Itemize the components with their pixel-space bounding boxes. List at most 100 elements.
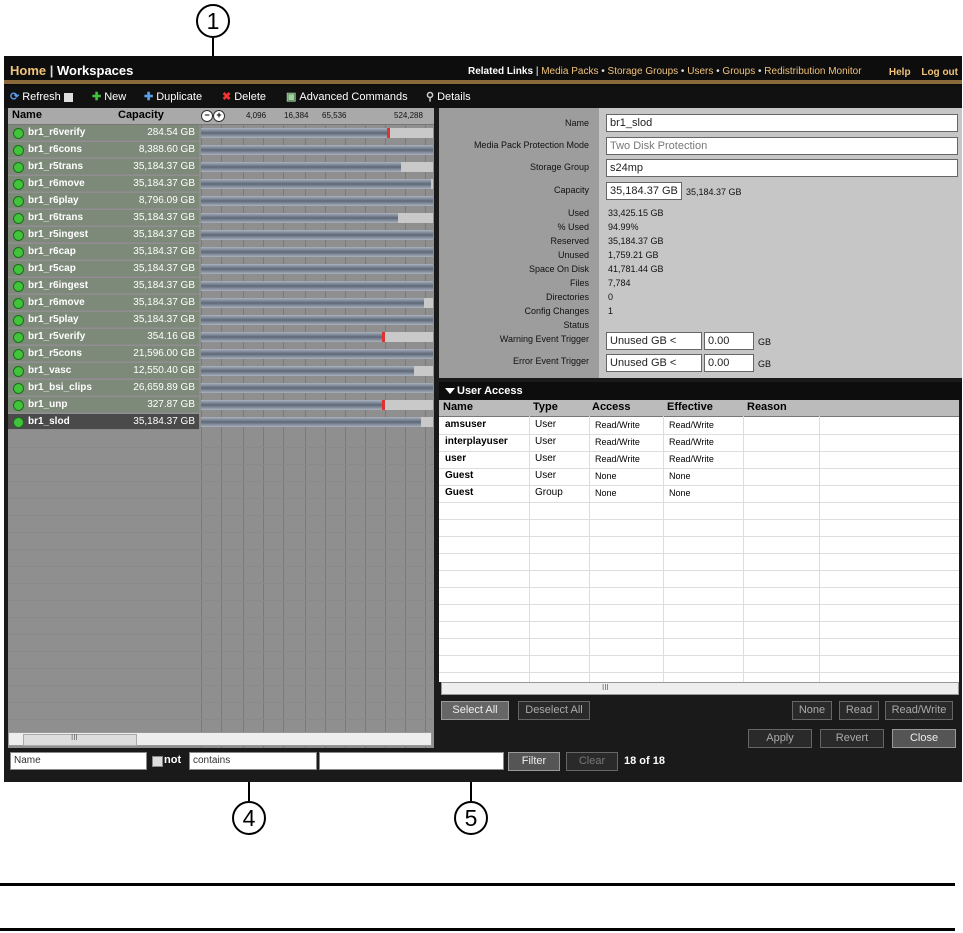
error-trigger-input[interactable]: 0.00 <box>704 354 754 372</box>
capacity-bar <box>201 247 433 257</box>
warning-trigger-select[interactable]: Unused GB < <box>606 332 702 350</box>
revert-button[interactable]: Revert <box>820 729 884 748</box>
apply-button[interactable]: Apply <box>748 729 812 748</box>
home-link[interactable]: Home <box>10 63 46 78</box>
access-none-button[interactable]: None <box>792 701 832 720</box>
filter-button[interactable]: Filter <box>508 752 560 771</box>
column-name[interactable]: Name <box>12 109 42 121</box>
filter-field-select[interactable]: Name <box>10 752 147 770</box>
capacity-warning-marker <box>386 128 390 138</box>
user-access-row[interactable]: user User Read/Write Read/Write <box>439 451 959 469</box>
workspace-row[interactable]: br1_r6play 8,796.09 GB <box>8 193 434 210</box>
select-all-button[interactable]: Select All <box>441 701 509 720</box>
header-accent-bar <box>4 80 962 84</box>
link-storage-groups[interactable]: Storage Groups <box>608 66 679 77</box>
effective-cell: Read/Write <box>669 454 714 464</box>
link-redistribution-monitor[interactable]: Redistribution Monitor <box>764 66 861 77</box>
user-access-scrollbar[interactable]: III <box>441 682 959 695</box>
advanced-commands-button[interactable]: ▣ Advanced Commands <box>286 90 408 103</box>
user-access-row[interactable]: Guest User None None <box>439 468 959 486</box>
col-name[interactable]: Name <box>443 401 473 413</box>
grid-row-line <box>8 481 434 482</box>
capacity-bar <box>201 400 433 410</box>
workspace-row[interactable]: br1_r6trans 35,184.37 GB <box>8 210 434 227</box>
workspace-row[interactable]: br1_r6move 35,184.37 GB <box>8 176 434 193</box>
col-access[interactable]: Access <box>592 401 631 413</box>
scale-tick: 524,288 <box>394 111 423 120</box>
grid-row-line <box>8 617 434 618</box>
col-effective[interactable]: Effective <box>667 401 713 413</box>
workspace-row[interactable]: br1_r5cap 35,184.37 GB <box>8 261 434 278</box>
workspace-row[interactable]: br1_r6verify 284.54 GB <box>8 125 434 142</box>
workspace-row[interactable]: br1_r5verify 354.16 GB <box>8 329 434 346</box>
user-access-row[interactable]: interplayuser User Read/Write Read/Write <box>439 434 959 452</box>
workspace-row[interactable]: br1_r5trans 35,184.37 GB <box>8 159 434 176</box>
link-groups[interactable]: Groups <box>722 66 755 77</box>
workspace-capacity: 35,184.37 GB <box>113 278 199 294</box>
user-access-row <box>439 655 959 673</box>
link-dot: • <box>716 66 720 77</box>
duplicate-button[interactable]: ✚ Duplicate <box>144 90 202 103</box>
user-access-row[interactable]: Guest Group None None <box>439 485 959 503</box>
workspace-row[interactable]: br1_r6cap 35,184.37 GB <box>8 244 434 261</box>
refresh-button[interactable]: ⟳ Refresh <box>10 90 73 103</box>
user-access-row[interactable]: amsuser User Read/Write Read/Write <box>439 417 959 435</box>
callout-1: 1 <box>196 4 230 38</box>
workspace-row[interactable]: br1_r6ingest 35,184.37 GB <box>8 278 434 295</box>
workspace-capacity: 35,184.37 GB <box>113 176 199 192</box>
workspace-row[interactable]: br1_vasc 12,550.40 GB <box>8 363 434 380</box>
user-access-row <box>439 553 959 571</box>
capacity-bar-fill <box>201 298 424 308</box>
details-button[interactable]: ⚲ Details <box>426 90 471 103</box>
delete-button[interactable]: ✖ Delete <box>222 90 266 103</box>
scrollbar-thumb[interactable] <box>23 734 137 746</box>
access-read-write-button[interactable]: Read/Write <box>885 701 953 720</box>
not-checkbox[interactable] <box>152 756 163 767</box>
workspace-row[interactable]: br1_r6cons 8,388.60 GB <box>8 142 434 159</box>
page-title: Workspaces <box>57 63 134 78</box>
status-ok-icon <box>13 230 24 241</box>
workspace-row[interactable]: br1_slod 35,184.37 GB <box>8 414 434 431</box>
col-type[interactable]: Type <box>533 401 558 413</box>
workspace-row[interactable]: br1_unp 327.87 GB <box>8 397 434 414</box>
zoom-in-icon[interactable]: + <box>213 110 225 122</box>
workspace-capacity: 35,184.37 GB <box>113 295 199 311</box>
capacity-bar <box>201 417 433 427</box>
zoom-out-icon[interactable]: − <box>201 110 213 122</box>
link-media-packs[interactable]: Media Packs <box>541 66 598 77</box>
warning-trigger-input[interactable]: 0.00 <box>704 332 754 350</box>
filter-operator-select[interactable]: contains <box>189 752 317 770</box>
col-reason[interactable]: Reason <box>747 401 787 413</box>
close-button[interactable]: Close <box>892 729 956 748</box>
command-icon: ▣ <box>286 91 297 103</box>
error-trigger-select[interactable]: Unused GB < <box>606 354 702 372</box>
workspace-row[interactable]: br1_r6move 35,184.37 GB <box>8 295 434 312</box>
user-access-header[interactable]: User Access <box>439 382 962 400</box>
deselect-all-button[interactable]: Deselect All <box>518 701 590 720</box>
filter-text-input[interactable] <box>319 752 504 770</box>
clear-button[interactable]: Clear <box>566 752 618 771</box>
link-users[interactable]: Users <box>687 66 713 77</box>
workspace-list-scrollbar[interactable]: III <box>8 732 432 746</box>
user-name-cell: user <box>445 453 467 464</box>
workspace-row[interactable]: br1_bsi_clips 26,659.89 GB <box>8 380 434 397</box>
workspace-row[interactable]: br1_r5play 35,184.37 GB <box>8 312 434 329</box>
capacity-input[interactable]: 35,184.37 GB <box>606 182 682 200</box>
workspace-row[interactable]: br1_r5ingest 35,184.37 GB <box>8 227 434 244</box>
help-link[interactable]: Help <box>889 67 911 78</box>
storage-group-field[interactable]: s24mp <box>606 159 958 177</box>
new-button[interactable]: ✚ New <box>92 90 126 103</box>
refresh-icon: ⟳ <box>10 91 20 103</box>
logout-link[interactable]: Log out <box>921 67 958 78</box>
scale-tick: 16,384 <box>284 111 309 120</box>
name-input[interactable]: br1_slod <box>606 114 958 132</box>
workspace-row[interactable]: br1_r5cons 21,596.00 GB <box>8 346 434 363</box>
access-cell: Read/Write <box>595 420 640 430</box>
workspace-list-header: Name Capacity − + 4,096 16,384 65,536 52… <box>8 108 434 125</box>
access-read-button[interactable]: Read <box>839 701 879 720</box>
status-ok-icon <box>13 400 24 411</box>
related-links: Related Links | Media Packs • Storage Gr… <box>468 66 862 77</box>
not-label: not <box>164 754 182 766</box>
user-access-columns: Name Type Access Effective Reason <box>439 400 959 417</box>
column-capacity[interactable]: Capacity <box>118 109 164 121</box>
